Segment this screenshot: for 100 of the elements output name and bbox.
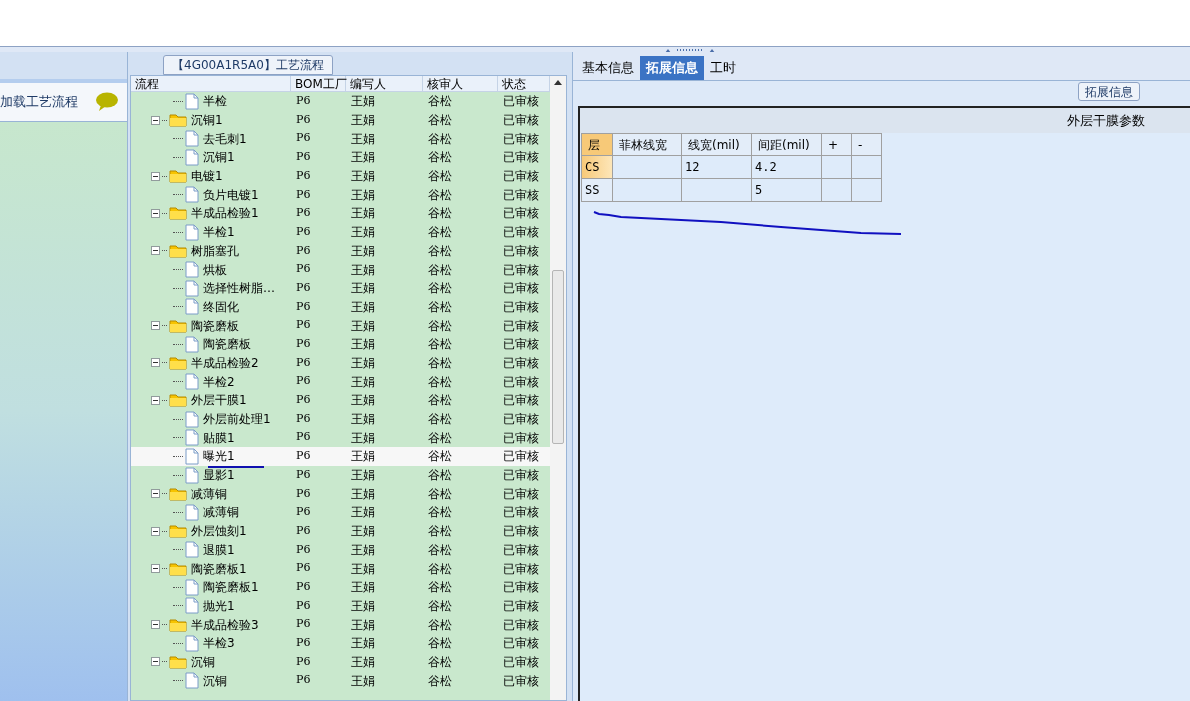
column-header[interactable]: BOM工厂 (291, 76, 346, 91)
grid-cell[interactable] (852, 179, 882, 202)
grid-cell[interactable] (613, 156, 682, 179)
file-icon (185, 447, 199, 465)
tree-row[interactable]: 曝光1 P6 王娟 谷松 已审核 (131, 447, 550, 466)
folder-icon (169, 355, 187, 370)
tree-row[interactable]: 沉铜1 P6 王娟 谷松 已审核 (131, 110, 550, 130)
tree-row[interactable]: 抛光1 P6 王娟 谷松 已审核 (131, 596, 550, 616)
collapse-icon[interactable] (151, 246, 160, 256)
table-cell-text: 谷松 (427, 672, 453, 690)
grid-cell[interactable]: 4.2 (752, 156, 822, 179)
scrollbar[interactable] (550, 76, 566, 700)
collapse-icon[interactable] (151, 171, 160, 181)
folder-icon (169, 486, 187, 501)
tree-row[interactable]: 负片电镀1 P6 王娟 谷松 已审核 (131, 185, 550, 205)
tree-row[interactable]: 半成品检验3 P6 王娟 谷松 已审核 (131, 615, 550, 634)
tree-row[interactable]: 半成品检验1 P6 王娟 谷松 已审核 (131, 204, 550, 223)
tree-row[interactable]: 沉铜 P6 王娟 谷松 已审核 (131, 671, 550, 690)
table-cell-text: 已审核 (502, 579, 540, 597)
collapse-icon[interactable] (151, 564, 160, 574)
grid-cell[interactable] (682, 179, 752, 202)
step-name: 沉铜1 (191, 112, 223, 130)
tree-row[interactable]: 陶瓷磨板1 P6 王娟 谷松 已审核 (131, 559, 550, 578)
tree-row[interactable]: 外层前处理1 P6 王娟 谷松 已审核 (131, 409, 550, 429)
tree-row[interactable]: 选择性树脂… P6 王娟 谷松 已审核 (131, 278, 550, 298)
table-cell-text: P6 (295, 130, 312, 147)
collapse-icon[interactable] (151, 657, 160, 667)
table-cell-text: P6 (295, 392, 312, 409)
file-icon (185, 148, 199, 166)
row-header[interactable]: SS (582, 179, 613, 202)
table-cell-text: 谷松 (427, 298, 453, 316)
step-name: 选择性树脂… (203, 280, 275, 298)
table-cell-text: 已审核 (502, 560, 540, 578)
tree-row[interactable]: 减薄铜 P6 王娟 谷松 已审核 (131, 484, 550, 504)
tree-row[interactable]: 退膜1 P6 王娟 谷松 已审核 (131, 540, 550, 560)
column-header[interactable]: 核审人 (423, 76, 498, 91)
column-header[interactable]: 流程 (131, 76, 291, 91)
grid-cell[interactable] (852, 156, 882, 179)
grid-cell[interactable]: 12 (682, 156, 752, 179)
tab[interactable]: 拓展信息 (640, 56, 704, 80)
tab[interactable]: 工时 (704, 56, 742, 80)
grid-cell[interactable]: 5 (752, 179, 822, 202)
tree-row[interactable]: 陶瓷磨板 P6 王娟 谷松 已审核 (131, 334, 550, 354)
table-cell-text: 已审核 (502, 635, 540, 653)
file-icon (185, 279, 199, 297)
table-cell-text: P6 (295, 541, 312, 558)
table-cell-text: 已审核 (502, 261, 540, 279)
grid-cell[interactable] (613, 179, 682, 202)
column-header[interactable]: 编写人 (346, 76, 423, 91)
collapse-icon[interactable] (151, 526, 160, 536)
tree-row[interactable]: 终固化 P6 王娟 谷松 已审核 (131, 297, 550, 317)
step-name: 抛光1 (203, 597, 235, 615)
step-name: 陶瓷磨板1 (203, 579, 259, 597)
tree-row[interactable]: 陶瓷磨板 P6 王娟 谷松 已审核 (131, 316, 550, 335)
tree-row[interactable]: 沉铜1 P6 王娟 谷松 已审核 (131, 148, 550, 167)
tree-row[interactable]: 树脂塞孔 P6 王娟 谷松 已审核 (131, 241, 550, 261)
table-cell-text: 王娟 (350, 317, 376, 335)
row-header[interactable]: CS (582, 156, 613, 179)
tree-row[interactable]: 外层干膜1 P6 王娟 谷松 已审核 (131, 391, 550, 410)
collapse-icon[interactable] (151, 208, 160, 218)
tree-row[interactable]: 半检2 P6 王娟 谷松 已审核 (131, 372, 550, 391)
tree-row[interactable]: 电镀1 P6 王娟 谷松 已审核 (131, 166, 550, 186)
tree-row[interactable]: 显影1 P6 王娟 谷松 已审核 (131, 465, 550, 485)
table-cell-text: 已审核 (502, 298, 540, 316)
grid-cell[interactable] (822, 156, 852, 179)
scroll-thumb[interactable] (552, 270, 564, 444)
table-cell-text: 谷松 (427, 653, 453, 671)
tree-row[interactable]: 半检3 P6 王娟 谷松 已审核 (131, 633, 550, 653)
folder-icon (169, 524, 187, 539)
tree-row[interactable]: 烘板 P6 王娟 谷松 已审核 (131, 260, 550, 279)
step-name: 沉铜 (203, 672, 227, 690)
collapse-icon[interactable] (151, 489, 160, 499)
collapse-icon[interactable] (151, 358, 160, 368)
tree-row[interactable]: 外层蚀刻1 P6 王娟 谷松 已审核 (131, 521, 550, 541)
collapse-icon[interactable] (151, 395, 160, 405)
file-icon (185, 92, 199, 110)
tree-row[interactable]: 贴膜1 P6 王娟 谷松 已审核 (131, 428, 550, 448)
collapse-icon[interactable] (151, 620, 160, 630)
collapse-icon[interactable] (151, 115, 160, 125)
tree-row[interactable]: 去毛刺1 P6 王娟 谷松 已审核 (131, 129, 550, 149)
table-cell-text: P6 (295, 279, 312, 296)
tree-row[interactable]: 减薄铜 P6 王娟 谷松 已审核 (131, 503, 550, 522)
grid-header: + (822, 134, 852, 156)
step-name: 陶瓷磨板1 (191, 560, 247, 578)
tree-row[interactable]: 半检 P6 王娟 谷松 已审核 (131, 92, 550, 111)
grid-cell[interactable] (822, 179, 852, 202)
file-icon (185, 261, 199, 279)
table-cell-text: P6 (295, 504, 312, 521)
table-cell-text: P6 (295, 317, 312, 334)
table-cell-text: 谷松 (427, 597, 453, 615)
file-icon (185, 634, 199, 652)
tree-row[interactable]: 半检1 P6 王娟 谷松 已审核 (131, 222, 550, 242)
tab[interactable]: 基本信息 (576, 56, 640, 80)
table-cell-text: 谷松 (427, 411, 453, 429)
table-cell-text: 谷松 (427, 224, 453, 242)
tree-row[interactable]: 陶瓷磨板1 P6 王娟 谷松 已审核 (131, 577, 550, 597)
collapse-icon[interactable] (151, 321, 160, 331)
tree-row[interactable]: 沉铜 P6 王娟 谷松 已审核 (131, 652, 550, 672)
step-name: 负片电镀1 (203, 186, 259, 204)
tree-row[interactable]: 半成品检验2 P6 王娟 谷松 已审核 (131, 353, 550, 373)
